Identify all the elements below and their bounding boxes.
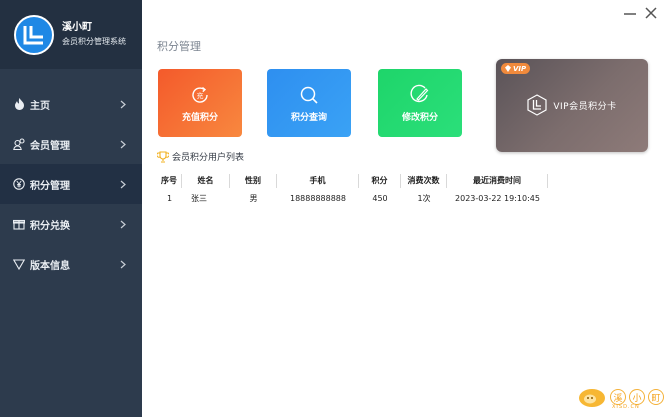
tile-label: 充值积分 bbox=[181, 112, 218, 123]
chevron-right-icon bbox=[116, 217, 130, 231]
vip-card-text: VIP会员积分卡 bbox=[553, 101, 617, 112]
table-cell: 1 bbox=[166, 194, 173, 203]
vip-logo-icon bbox=[527, 94, 547, 116]
flame-icon bbox=[12, 97, 26, 111]
table-cell: 男 bbox=[249, 194, 258, 203]
page-title: 积分管理 bbox=[157, 40, 201, 53]
sidebar-item-version[interactable]: 版本信息 bbox=[0, 244, 142, 284]
table-cell: 2023-03-22 19:10:45 bbox=[455, 194, 540, 203]
chevron-right-icon bbox=[116, 137, 130, 151]
query-points-button[interactable]: 积分查询 bbox=[267, 69, 351, 137]
recharge-icon-char: 充 bbox=[197, 91, 204, 100]
sidebar-nav: 主页 会员管理 积分管理 积分兑换 版本信息 bbox=[0, 84, 142, 284]
sidebar-item-points[interactable]: 积分管理 bbox=[0, 164, 142, 204]
brand-header: 溪小町 会员积分管理系统 bbox=[0, 0, 142, 69]
sidebar-item-exchange[interactable]: 积分兑换 bbox=[0, 204, 142, 244]
chevron-right-icon bbox=[116, 257, 130, 271]
recharge-points-button[interactable]: 充 充值积分 bbox=[158, 69, 242, 137]
minimize-button[interactable] bbox=[620, 4, 640, 24]
yen-coin-icon bbox=[12, 177, 26, 191]
vip-badge-text: VIP bbox=[513, 64, 527, 73]
watermark-logo: 溪 小 町 XISD.CN bbox=[577, 386, 664, 410]
chevron-right-icon bbox=[116, 177, 130, 191]
users-icon bbox=[12, 137, 26, 151]
edit-icon bbox=[409, 84, 431, 106]
list-title-text: 会员积分用户列表 bbox=[172, 153, 245, 163]
sidebar-item-label: 积分兑换 bbox=[30, 220, 70, 232]
chevron-right-icon bbox=[116, 97, 130, 111]
fox-mascot-icon bbox=[579, 389, 605, 407]
member-points-table: 序号 姓名 性别 手机 积分 消费次数 最近消费时间 1 张三 男 188888… bbox=[157, 173, 548, 207]
minimize-icon bbox=[623, 5, 637, 24]
sidebar-item-label: 积分管理 bbox=[30, 180, 70, 192]
sidebar-item-home[interactable]: 主页 bbox=[0, 84, 142, 124]
table-row[interactable]: 1 张三 男 18888888888 450 1次 2023-03-22 19:… bbox=[157, 191, 548, 207]
recharge-icon: 充 bbox=[189, 84, 211, 106]
app-logo bbox=[14, 14, 54, 55]
column-header[interactable]: 最近消费时间 bbox=[447, 174, 548, 188]
tile-label: 修改积分 bbox=[401, 112, 438, 123]
member-list-title: 会员积分用户列表 bbox=[157, 150, 244, 163]
brand-name: 溪小町 bbox=[62, 21, 92, 33]
brand-subtitle: 会员积分管理系统 bbox=[62, 36, 126, 46]
sidebar-item-members[interactable]: 会员管理 bbox=[0, 124, 142, 164]
tile-label: 积分查询 bbox=[290, 112, 327, 123]
close-button[interactable] bbox=[641, 4, 661, 24]
watermark-char: 溪 bbox=[610, 389, 626, 405]
search-icon bbox=[298, 84, 320, 106]
vip-points-card[interactable]: VIP VIP会员积分卡 bbox=[496, 59, 648, 152]
table-cell: 450 bbox=[372, 194, 388, 203]
vip-badge: VIP bbox=[501, 63, 531, 74]
trophy-icon bbox=[157, 150, 169, 163]
column-header[interactable]: 序号 bbox=[157, 174, 182, 188]
column-header[interactable]: 性别 bbox=[230, 174, 277, 188]
table-header: 序号 姓名 性别 手机 积分 消费次数 最近消费时间 bbox=[157, 173, 548, 189]
table-cell: 18888888888 bbox=[290, 194, 346, 203]
triangle-icon bbox=[12, 257, 26, 271]
sidebar: 溪小町 会员积分管理系统 主页 会员管理 积分管理 积分兑换 版本信息 bbox=[0, 0, 142, 417]
table-cell: 张三 bbox=[191, 194, 207, 203]
gift-icon bbox=[12, 217, 26, 231]
watermark-char: 町 bbox=[648, 389, 664, 405]
close-icon bbox=[644, 5, 658, 24]
edit-points-button[interactable]: 修改积分 bbox=[378, 69, 462, 137]
diamond-icon bbox=[505, 65, 511, 72]
watermark-sub: XISD.CN bbox=[612, 404, 640, 410]
sidebar-item-label: 主页 bbox=[30, 100, 50, 112]
sidebar-item-label: 版本信息 bbox=[30, 260, 70, 272]
column-header[interactable]: 消费次数 bbox=[401, 174, 447, 188]
column-header[interactable]: 积分 bbox=[359, 174, 401, 188]
column-header[interactable]: 姓名 bbox=[182, 174, 230, 188]
watermark-char: 小 bbox=[629, 389, 645, 405]
column-header[interactable]: 手机 bbox=[277, 174, 359, 188]
table-cell: 1次 bbox=[417, 194, 431, 203]
sidebar-item-label: 会员管理 bbox=[30, 140, 70, 152]
